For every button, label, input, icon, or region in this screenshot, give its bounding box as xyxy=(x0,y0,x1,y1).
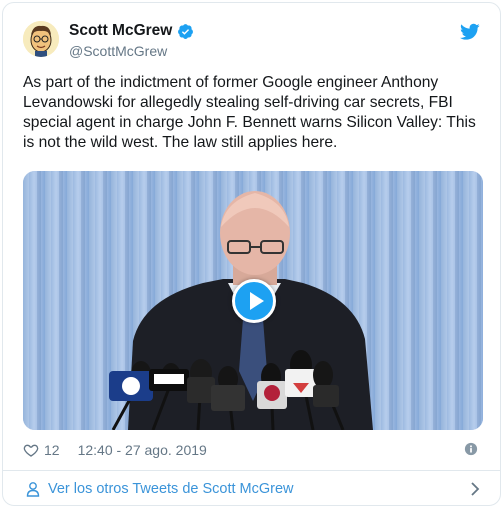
more-tweets-link[interactable]: Ver los otros Tweets de Scott McGrew xyxy=(3,471,500,505)
tweet-card[interactable]: Scott McGrew @ScottMcGrew As part of the… xyxy=(2,2,501,506)
user-icon xyxy=(26,482,40,497)
twitter-bird-icon[interactable] xyxy=(460,23,480,41)
heart-icon[interactable] xyxy=(23,442,39,458)
author-names[interactable]: Scott McGrew @ScottMcGrew xyxy=(69,22,194,59)
play-button[interactable] xyxy=(232,279,276,323)
tweet-timestamp[interactable]: 12:40 - 27 ago. 2019 xyxy=(78,442,207,458)
tweet-meta: 12 12:40 - 27 ago. 2019 xyxy=(23,440,480,460)
avatar[interactable] xyxy=(23,21,59,57)
tweet-text: As part of the indictment of former Goog… xyxy=(23,74,476,151)
play-icon xyxy=(250,292,264,310)
author-display-name[interactable]: Scott McGrew xyxy=(69,22,172,40)
author-handle[interactable]: @ScottMcGrew xyxy=(69,43,194,59)
tweet-header: Scott McGrew @ScottMcGrew xyxy=(23,17,486,63)
like-count[interactable]: 12 xyxy=(44,442,60,458)
chevron-right-icon[interactable] xyxy=(470,482,480,496)
verified-badge-icon xyxy=(178,23,194,39)
info-icon[interactable] xyxy=(464,442,478,456)
more-tweets-label[interactable]: Ver los otros Tweets de Scott McGrew xyxy=(48,481,294,497)
tweet-video[interactable] xyxy=(23,171,483,430)
